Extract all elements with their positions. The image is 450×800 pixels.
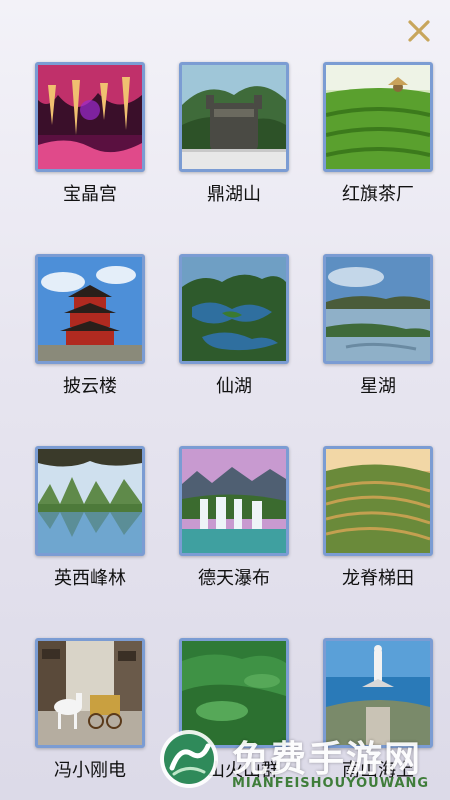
- film-street-thumbnail: [35, 638, 145, 748]
- karst-peaks-thumbnail: [35, 446, 145, 556]
- attraction-tile-fengxiaogang[interactable]: 冯小刚电: [35, 638, 145, 782]
- tea-field-thumbnail: [323, 62, 433, 172]
- attraction-tile-longji-terraces[interactable]: 龙脊梯田: [323, 446, 433, 590]
- attraction-label: 南山海上: [342, 760, 414, 781]
- attraction-label: 龙脊梯田: [342, 568, 414, 589]
- attraction-label: 披云楼: [63, 376, 117, 397]
- attraction-label: 宝晶宫: [63, 184, 117, 205]
- attraction-grid: 宝晶宫 鼎湖山 红旗茶厂 披云楼 仙湖 星湖 英西峰林 德天瀑布 龙脊梯田 冯小…: [0, 62, 450, 782]
- attraction-label: 冯小刚电: [54, 760, 126, 781]
- attraction-label: 英西峰林: [54, 568, 126, 589]
- cave-thumbnail: [35, 62, 145, 172]
- cauldron-thumbnail: [179, 62, 289, 172]
- pagoda-thumbnail: [35, 254, 145, 364]
- attraction-label: 西山火山群: [189, 760, 279, 781]
- attraction-tile-yingxi-fenglin[interactable]: 英西峰林: [35, 446, 145, 590]
- attraction-label: 仙湖: [216, 376, 252, 397]
- close-button[interactable]: [406, 18, 432, 44]
- attraction-tile-dinghushan[interactable]: 鼎湖山: [179, 62, 289, 206]
- attraction-label: 红旗茶厂: [342, 184, 414, 205]
- attraction-tile-nanshan-haishang[interactable]: 南山海上: [323, 638, 433, 782]
- sea-statue-thumbnail: [323, 638, 433, 748]
- waterfall-thumbnail: [179, 446, 289, 556]
- rice-terraces-thumbnail: [323, 446, 433, 556]
- attraction-label: 星湖: [360, 376, 396, 397]
- attraction-tile-baojinggong[interactable]: 宝晶宫: [35, 62, 145, 206]
- attraction-tile-piyunlou[interactable]: 披云楼: [35, 254, 145, 398]
- attraction-label: 鼎湖山: [207, 184, 261, 205]
- star-lake-thumbnail: [323, 254, 433, 364]
- attraction-tile-xianhu[interactable]: 仙湖: [179, 254, 289, 398]
- volcano-hills-thumbnail: [179, 638, 289, 748]
- attraction-label: 德天瀑布: [198, 568, 270, 589]
- attraction-tile-detian-waterfall[interactable]: 德天瀑布: [179, 446, 289, 590]
- attraction-tile-xinghu[interactable]: 星湖: [323, 254, 433, 398]
- close-x-icon: [408, 20, 430, 42]
- lake-thumbnail: [179, 254, 289, 364]
- attraction-tile-hongqi-tea[interactable]: 红旗茶厂: [323, 62, 433, 206]
- attraction-tile-xishan-volcano[interactable]: 西山火山群: [179, 638, 289, 782]
